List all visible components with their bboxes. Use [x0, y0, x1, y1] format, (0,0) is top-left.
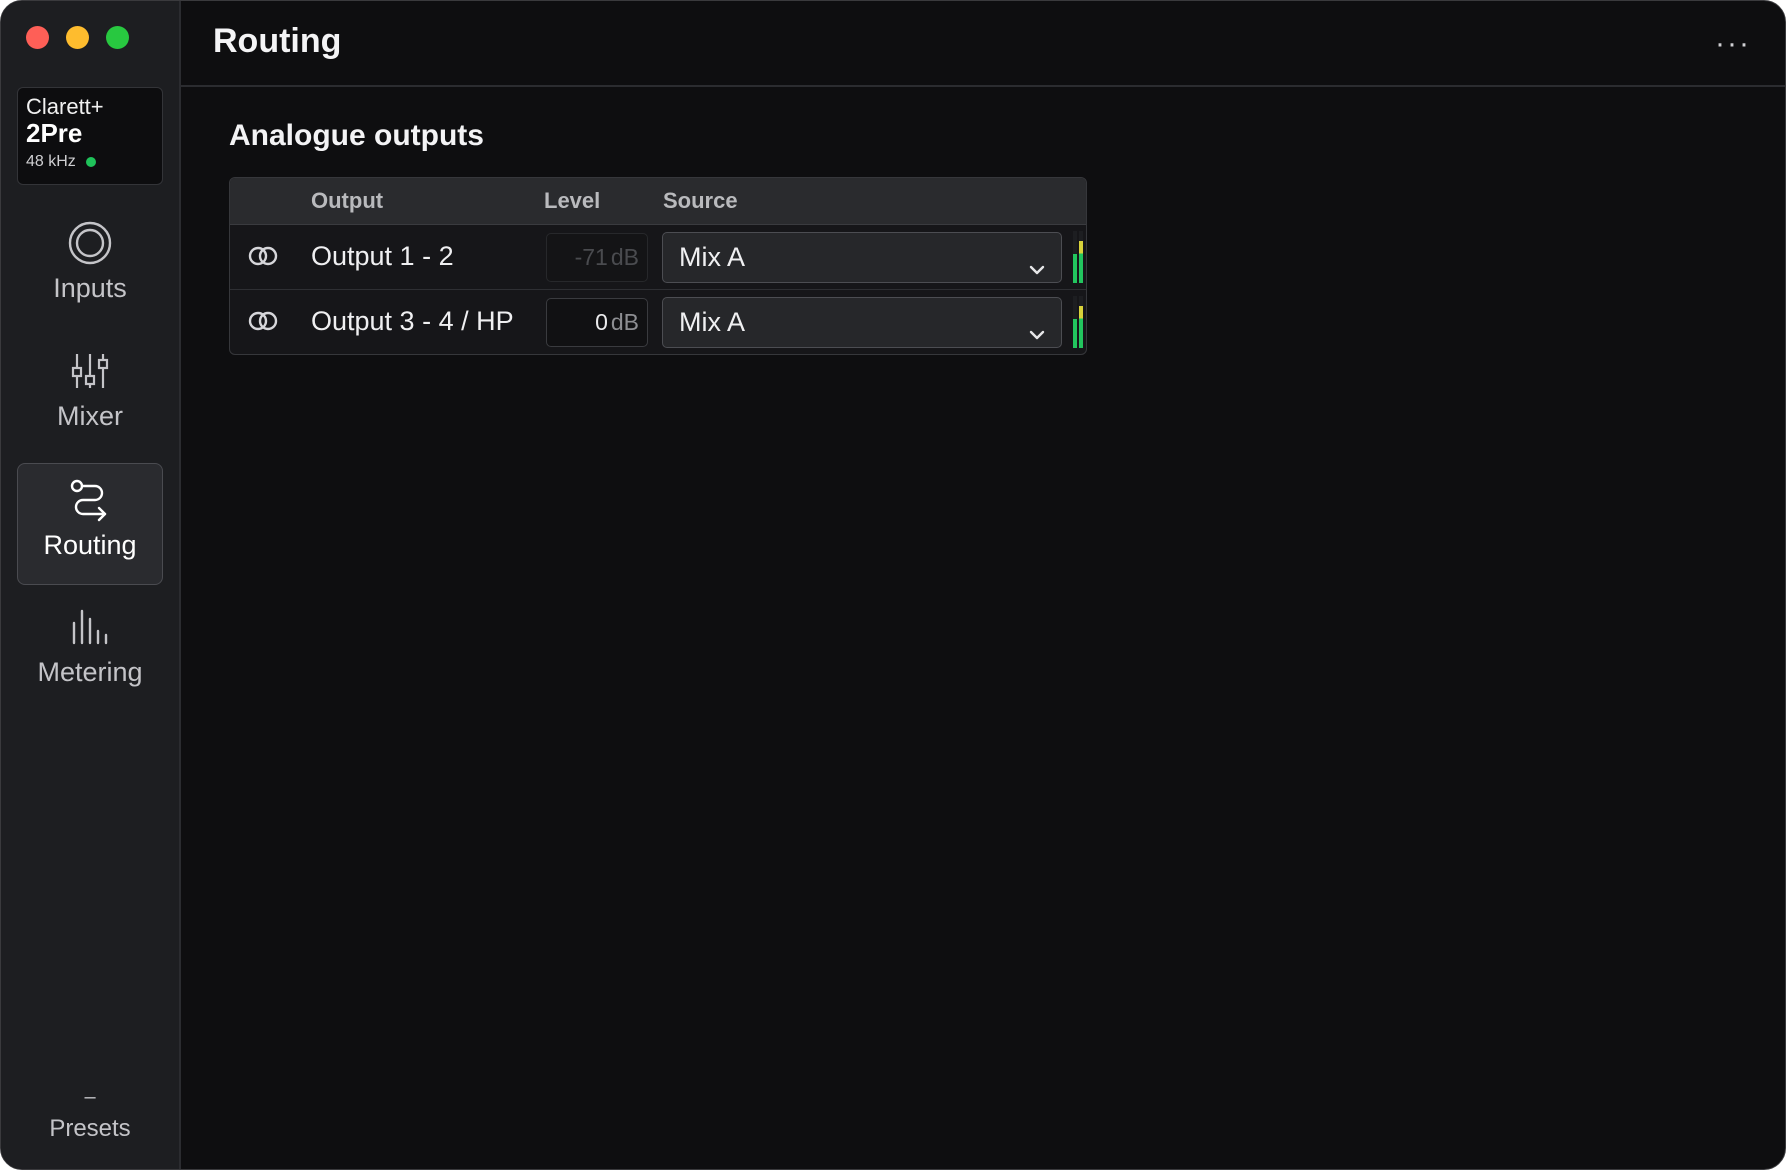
column-header-output: Output: [311, 188, 384, 213]
sample-rate: 48 kHz: [26, 149, 162, 175]
chevron-down-icon: [1027, 312, 1047, 354]
output-level-meter: [1073, 296, 1085, 348]
meter-fill-left: [1073, 254, 1077, 283]
minimize-window-button[interactable]: [66, 26, 89, 49]
device-brand: Clarett+: [26, 94, 104, 119]
output-level-meter: [1073, 231, 1085, 283]
sidebar-item-label: Routing: [43, 530, 137, 560]
device-model: 2Pre: [26, 118, 83, 148]
source-value: Mix A: [679, 307, 746, 337]
sidebar-item-metering[interactable]: Metering: [17, 591, 163, 713]
stereo-link-icon[interactable]: [248, 310, 278, 337]
meter-fill-right: [1079, 306, 1083, 348]
column-header-source: Source: [663, 188, 738, 213]
metering-bars-icon: [70, 605, 110, 649]
sidebar-item-label: Mixer: [57, 401, 123, 431]
sidebar-item-label: Metering: [37, 657, 143, 687]
source-dropdown[interactable]: Mix A: [662, 232, 1062, 283]
device-card[interactable]: Clarett+ 2Pre 48 kHz: [17, 87, 163, 185]
mixer-sliders-icon: [70, 349, 110, 393]
source-value: Mix A: [679, 242, 746, 272]
close-window-button[interactable]: [26, 26, 49, 49]
sidebar-item-routing[interactable]: Routing: [17, 463, 163, 585]
presets-button[interactable]: – Presets: [1, 1087, 179, 1143]
meter-fill-right: [1079, 241, 1083, 283]
stereo-link-icon[interactable]: [248, 245, 278, 272]
sidebar-item-label: Inputs: [53, 273, 127, 303]
sidebar: Clarett+ 2Pre 48 kHz Inputs Mixer Routin…: [1, 1, 181, 1169]
sidebar-item-mixer[interactable]: Mixer: [17, 335, 163, 457]
more-options-icon[interactable]: ···: [1715, 27, 1751, 61]
inputs-rings-icon: [67, 221, 113, 265]
analogue-outputs-table: Output Level Source Output 1 - 2 -71 dB M…: [229, 177, 1087, 355]
level-value: -71: [574, 244, 608, 270]
output-name: Output 3 - 4 / HP: [311, 306, 514, 336]
device-status-dot: [85, 157, 96, 167]
main-content: Routing ··· Analogue outputs Output Leve…: [181, 1, 1785, 1169]
meter-fill-left: [1073, 319, 1077, 348]
app-window: Clarett+ 2Pre 48 kHz Inputs Mixer Routin…: [0, 0, 1786, 1170]
output-name: Output 1 - 2: [311, 241, 454, 271]
level-field[interactable]: 0 dB: [546, 298, 648, 347]
sample-rate-label: 48 kHz: [26, 153, 76, 170]
page-title: Routing: [213, 22, 342, 60]
level-unit: dB: [610, 244, 639, 270]
table-row: Output 1 - 2 -71 dB Mix A: [230, 225, 1086, 289]
presets-label: Presets: [49, 1115, 131, 1142]
presets-dash: –: [84, 1086, 96, 1108]
zoom-window-button[interactable]: [106, 26, 129, 49]
sidebar-item-inputs[interactable]: Inputs: [17, 207, 163, 329]
section-title: Analogue outputs: [229, 119, 484, 152]
column-header-level: Level: [544, 188, 601, 213]
level-field: -71 dB: [546, 233, 648, 282]
level-value: 0: [595, 309, 608, 335]
source-dropdown[interactable]: Mix A: [662, 297, 1062, 348]
table-header: Output Level Source: [230, 178, 1086, 225]
page-header: Routing ···: [181, 1, 1785, 87]
level-unit: dB: [610, 309, 639, 335]
window-controls: [26, 26, 129, 49]
routing-path-icon: [69, 478, 111, 522]
table-row: Output 3 - 4 / HP 0 dB Mix A: [230, 290, 1086, 354]
